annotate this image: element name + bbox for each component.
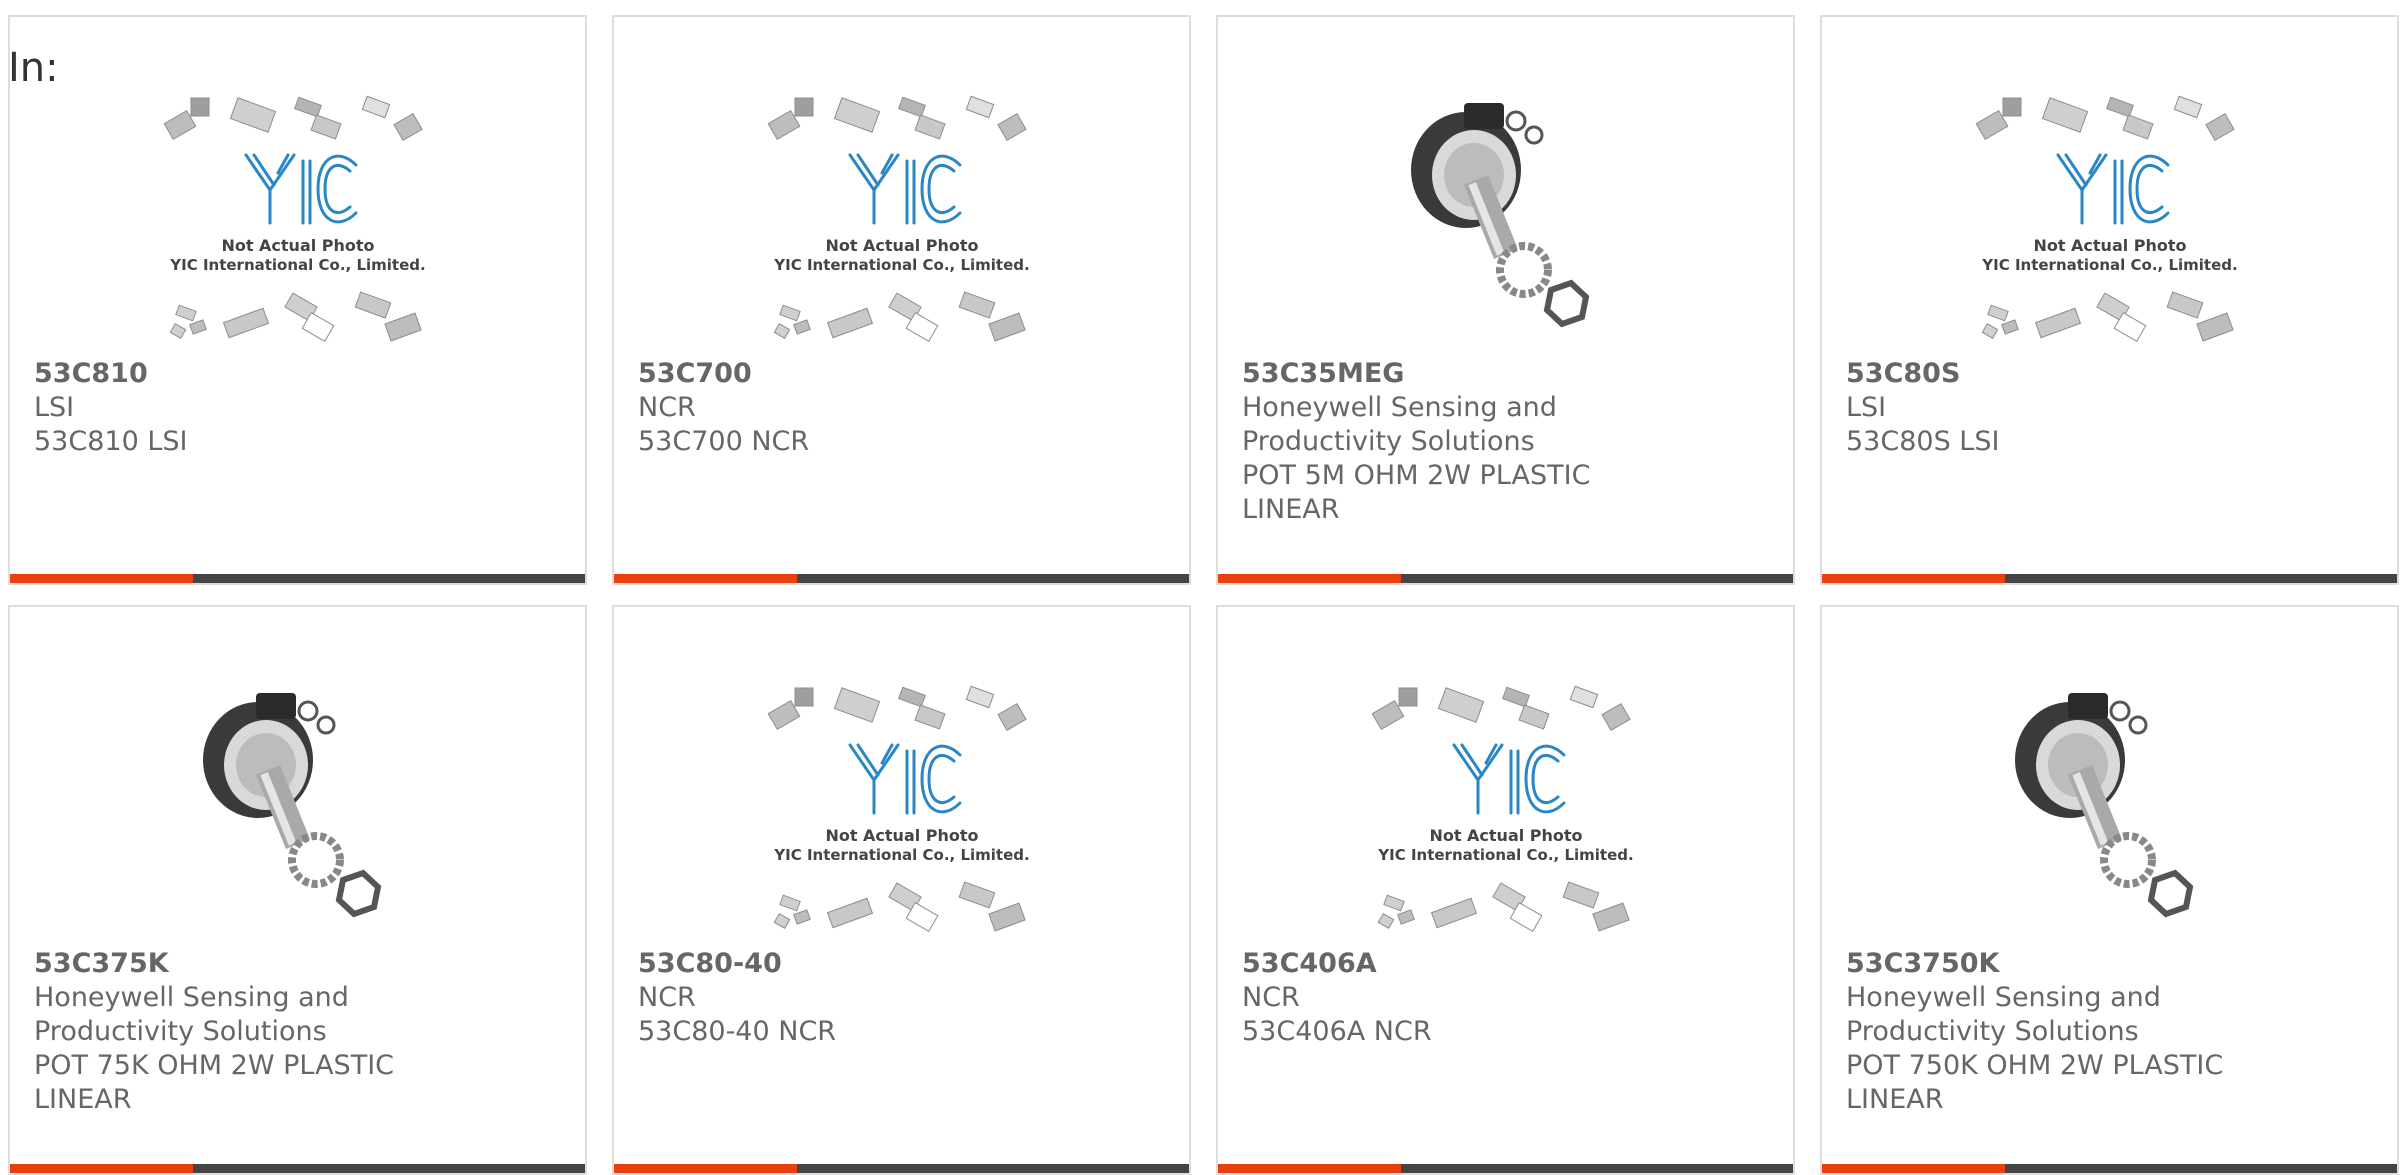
part-number[interactable]: 53C80S (1846, 357, 2246, 391)
card-bottom-bar (1822, 1164, 2397, 1173)
manufacturer: NCR (638, 982, 696, 1013)
card-bottom-bar (10, 1164, 585, 1173)
placeholder-caption-line-1: Not Actual Photo (825, 236, 978, 255)
card-bottom-bar (1218, 574, 1793, 583)
placeholder-caption-line-2: YIC International Co., Limited. (773, 846, 1029, 864)
description: 53C80-40 NCR (638, 1016, 837, 1047)
placeholder-caption-line-2: YIC International Co., Limited. (773, 256, 1029, 274)
card-bottom-bar (614, 1164, 1189, 1173)
part-number[interactable]: 53C375K (34, 947, 434, 981)
description: POT 5M OHM 2W PLASTIC LINEAR (1242, 460, 1591, 525)
description: 53C406A NCR (1242, 1016, 1432, 1047)
placeholder-caption-line-2: YIC International Co., Limited. (1981, 256, 2237, 274)
description: 53C810 LSI (34, 426, 188, 457)
description: 53C700 NCR (638, 426, 810, 457)
manufacturer: NCR (1242, 982, 1300, 1013)
description: 53C80S LSI (1846, 426, 2000, 457)
product-image[interactable]: Not Actual Photo YIC International Co., L… (1970, 95, 2250, 345)
manufacturer: LSI (1846, 392, 1887, 423)
product-info: 53C35MEG Honeywell Sensing and Productiv… (1242, 357, 1642, 527)
product-info: 53C700 NCR 53C700 NCR (638, 357, 1038, 459)
card-bottom-bar (614, 574, 1189, 583)
product-info: 53C80S LSI 53C80S LSI (1846, 357, 2246, 459)
product-image[interactable]: Not Actual Photo YIC International Co., L… (762, 685, 1042, 935)
manufacturer: Honeywell Sensing and Productivity Solut… (34, 982, 349, 1047)
card-accent-bar (10, 1164, 193, 1173)
card-accent-bar (614, 574, 797, 583)
product-image[interactable] (158, 685, 438, 935)
card-bottom-bar (10, 574, 585, 583)
yic-logo-icon: Not Actual PhotoYIC International Co., L… (767, 685, 1029, 932)
yic-logo-icon: Not Actual PhotoYIC International Co., L… (163, 95, 425, 342)
placeholder-caption-line-1: Not Actual Photo (1429, 826, 1582, 845)
product-card[interactable]: Not Actual Photo YIC International Co., L… (8, 15, 587, 585)
product-card[interactable]: 53C3750K Honeywell Sensing and Productiv… (1820, 605, 2399, 1175)
card-accent-bar (1822, 574, 2005, 583)
placeholder-caption-line-1: Not Actual Photo (825, 826, 978, 845)
description: POT 750K OHM 2W PLASTIC LINEAR (1846, 1050, 2224, 1115)
product-image[interactable] (1366, 95, 1646, 345)
part-number[interactable]: 53C3750K (1846, 947, 2246, 981)
yic-logo-icon: Not Actual PhotoYIC International Co., L… (1371, 685, 1633, 932)
manufacturer: Honeywell Sensing and Productivity Solut… (1846, 982, 2161, 1047)
product-info: 53C3750K Honeywell Sensing and Productiv… (1846, 947, 2246, 1117)
part-number[interactable]: 53C406A (1242, 947, 1642, 981)
part-number[interactable]: 53C35MEG (1242, 357, 1642, 391)
part-number[interactable]: 53C810 (34, 357, 434, 391)
potentiometer-icon (202, 693, 381, 918)
card-accent-bar (1822, 1164, 2005, 1173)
placeholder-caption-line-2: YIC International Co., Limited. (1377, 846, 1633, 864)
part-number[interactable]: 53C80-40 (638, 947, 1038, 981)
product-card[interactable]: 53C375K Honeywell Sensing and Productivi… (8, 605, 587, 1175)
description: POT 75K OHM 2W PLASTIC LINEAR (34, 1050, 395, 1115)
product-info: 53C80-40 NCR 53C80-40 NCR (638, 947, 1038, 1049)
product-card[interactable]: Not Actual Photo YIC International Co., L… (612, 605, 1191, 1175)
manufacturer: LSI (34, 392, 75, 423)
manufacturer: NCR (638, 392, 696, 423)
product-card[interactable]: Not Actual Photo YIC International Co., L… (1216, 605, 1795, 1175)
yic-logo-icon: Not Actual PhotoYIC International Co., L… (1975, 95, 2237, 342)
product-image[interactable]: Not Actual Photo YIC International Co., L… (762, 95, 1042, 345)
product-info: 53C406A NCR 53C406A NCR (1242, 947, 1642, 1049)
product-grid: Not Actual Photo YIC International Co., L… (8, 15, 2399, 1175)
in-label: In: (8, 45, 59, 91)
product-image[interactable] (1970, 685, 2250, 935)
yic-logo-icon: Not Actual PhotoYIC International Co., L… (767, 95, 1029, 342)
card-accent-bar (1218, 574, 1401, 583)
product-image[interactable]: Not Actual Photo YIC International Co., L… (1366, 685, 1646, 935)
product-info: 53C810 LSI 53C810 LSI (34, 357, 434, 459)
card-bottom-bar (1218, 1164, 1793, 1173)
card-bottom-bar (1822, 574, 2397, 583)
placeholder-caption-line-2: YIC International Co., Limited. (169, 256, 425, 274)
card-accent-bar (10, 574, 193, 583)
product-image[interactable]: Not Actual Photo YIC International Co., L… (158, 95, 438, 345)
potentiometer-icon (2014, 693, 2193, 918)
card-accent-bar (1218, 1164, 1401, 1173)
product-card[interactable]: 53C35MEG Honeywell Sensing and Productiv… (1216, 15, 1795, 585)
product-card[interactable]: Not Actual Photo YIC International Co., L… (1820, 15, 2399, 585)
card-accent-bar (614, 1164, 797, 1173)
potentiometer-icon (1410, 103, 1589, 328)
product-info: 53C375K Honeywell Sensing and Productivi… (34, 947, 434, 1117)
placeholder-caption-line-1: Not Actual Photo (2033, 236, 2186, 255)
placeholder-caption-line-1: Not Actual Photo (221, 236, 374, 255)
product-card[interactable]: Not Actual Photo YIC International Co., L… (612, 15, 1191, 585)
manufacturer: Honeywell Sensing and Productivity Solut… (1242, 392, 1557, 457)
part-number[interactable]: 53C700 (638, 357, 1038, 391)
